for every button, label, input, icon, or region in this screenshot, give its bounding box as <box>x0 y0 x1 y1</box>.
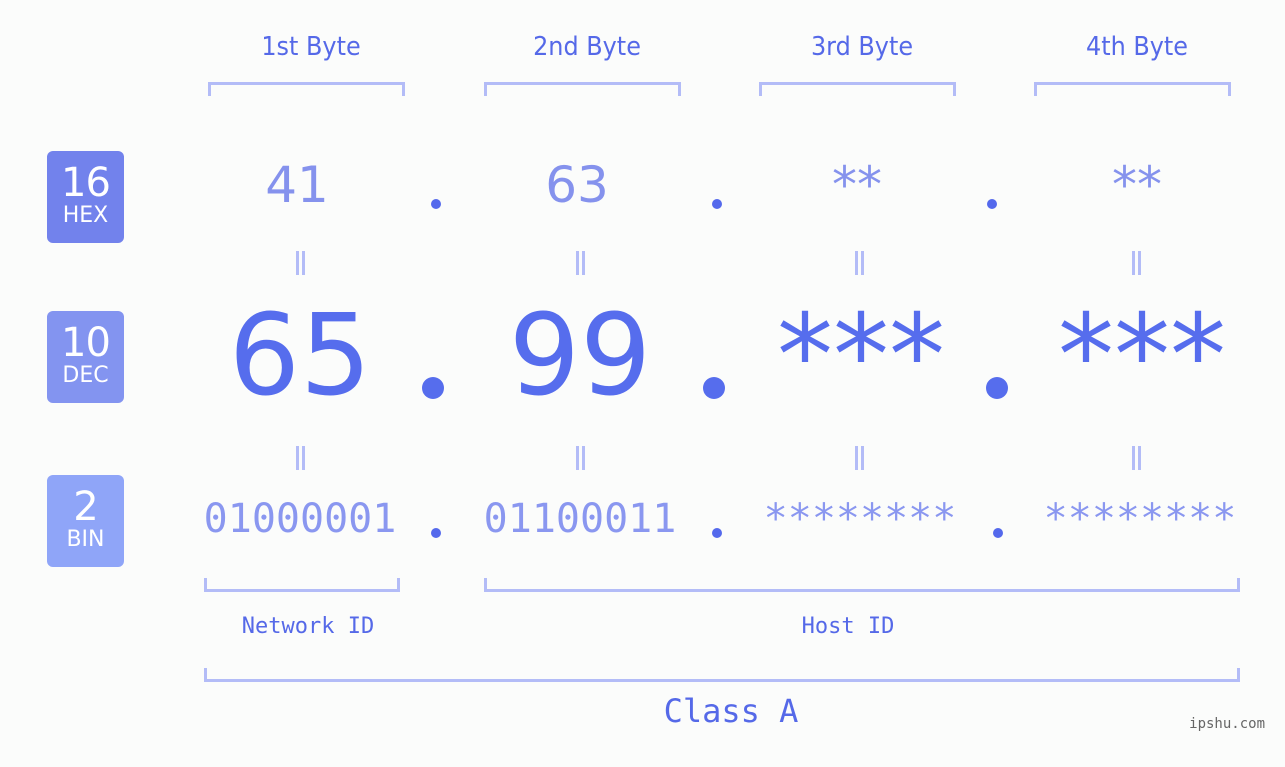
network-id-label: Network ID <box>241 614 375 639</box>
dec-value-1: 65 <box>228 291 372 421</box>
bin-value-2: 01100011 <box>483 496 677 542</box>
hex-value-3: ** <box>832 156 882 214</box>
byte-bracket-2 <box>484 82 681 96</box>
bin-badge: 2 BIN <box>47 475 124 567</box>
bin-separator-dot <box>712 528 722 538</box>
equals-icon <box>839 248 879 283</box>
hex-badge: 16 HEX <box>47 151 124 243</box>
dec-value-2: 99 <box>508 291 652 421</box>
byte-header-2: 2nd Byte <box>533 32 641 62</box>
dec-badge: 10 DEC <box>47 311 124 403</box>
hex-separator-dot <box>712 199 722 209</box>
byte-header-1: 1st Byte <box>261 32 361 62</box>
bin-value-1: 01000001 <box>203 496 397 542</box>
equals-icon <box>1116 248 1156 283</box>
dec-value-3: *** <box>777 291 945 421</box>
hex-value-2: 63 <box>545 156 609 214</box>
host-id-label: Host ID <box>801 614 895 639</box>
equals-icon <box>1116 443 1156 478</box>
equals-icon <box>560 248 600 283</box>
network-id-bracket <box>204 578 400 592</box>
byte-bracket-3 <box>759 82 956 96</box>
dec-separator-dot <box>422 377 444 399</box>
hex-badge-base: 16 <box>61 160 111 206</box>
bin-value-3: ******** <box>763 496 957 542</box>
byte-bracket-1 <box>208 82 405 96</box>
hex-value-4: ** <box>1112 156 1162 214</box>
equals-icon <box>280 443 320 478</box>
equals-icon <box>839 443 879 478</box>
class-bracket <box>204 668 1240 682</box>
byte-header-4: 4th Byte <box>1085 32 1189 62</box>
bin-badge-base: 2 <box>73 484 98 530</box>
host-id-bracket <box>484 578 1240 592</box>
bin-separator-dot <box>993 528 1003 538</box>
bin-badge-label: BIN <box>66 527 105 552</box>
hex-separator-dot <box>431 199 441 209</box>
watermark: ipshu.com <box>1189 716 1265 732</box>
dec-separator-dot <box>986 377 1008 399</box>
hex-separator-dot <box>987 199 997 209</box>
class-label: Class A <box>663 692 799 730</box>
dec-separator-dot <box>703 377 725 399</box>
bin-value-4: ******** <box>1043 496 1237 542</box>
hex-value-1: 41 <box>265 156 329 214</box>
bin-separator-dot <box>431 528 441 538</box>
dec-value-4: *** <box>1058 291 1226 421</box>
byte-bracket-4 <box>1034 82 1231 96</box>
dec-badge-base: 10 <box>61 320 111 366</box>
byte-header-3: 3rd Byte <box>810 32 914 62</box>
equals-icon <box>280 248 320 283</box>
dec-badge-label: DEC <box>62 363 109 388</box>
equals-icon <box>560 443 600 478</box>
hex-badge-label: HEX <box>62 203 109 228</box>
